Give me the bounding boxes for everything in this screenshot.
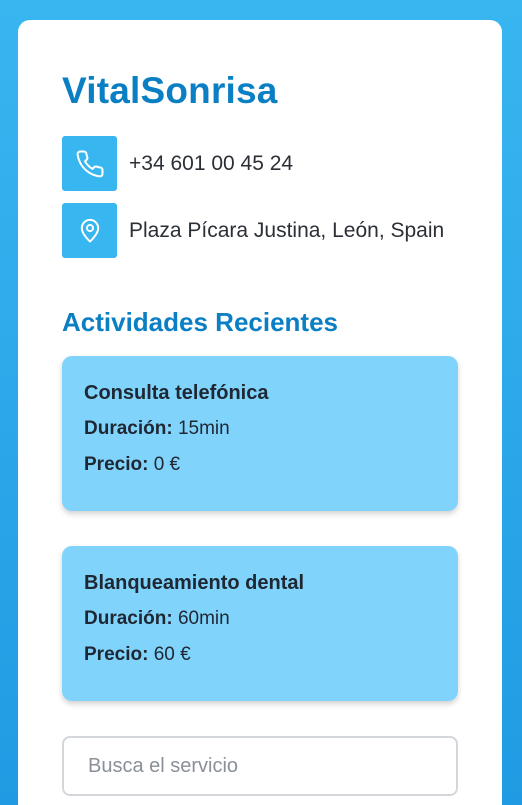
price-value: 60 € [153,644,191,665]
price-label: Precio: [84,454,149,475]
phone-number[interactable]: +34 601 00 45 24 [129,152,293,176]
address-row[interactable]: Plaza Pícara Justina, León, Spain [62,203,458,258]
phone-row[interactable]: +34 601 00 45 24 [62,136,458,191]
duration-value: 60min [177,608,230,629]
phone-icon [62,136,117,191]
activity-price: Precio: 0 € [84,452,436,478]
recent-activities-title: Actividades Recientes [62,307,339,337]
clinic-name: VitalSonrisa [62,70,278,111]
duration-label: Duración: [84,608,173,629]
price-value: 0 € [153,454,181,475]
activity-duration: Duración: 15min [84,416,436,442]
activity-duration: Duración: 60min [84,606,436,632]
address-text[interactable]: Plaza Pícara Justina, León, Spain [129,219,444,243]
service-search-input[interactable] [62,736,458,796]
activity-card[interactable]: Consulta telefónica Duración: 15min Prec… [62,356,458,511]
activity-card[interactable]: Blanqueamiento dental Duración: 60min Pr… [62,546,458,701]
activity-name: Consulta telefónica [84,382,269,404]
clinic-card: VitalSonrisa +34 601 00 45 24 Plaza Píca… [18,20,502,805]
activity-price: Precio: 60 € [84,642,436,668]
duration-label: Duración: [84,418,173,439]
location-pin-icon [62,203,117,258]
activity-name: Blanqueamiento dental [84,572,305,594]
price-label: Precio: [84,644,149,665]
duration-value: 15min [177,418,230,439]
